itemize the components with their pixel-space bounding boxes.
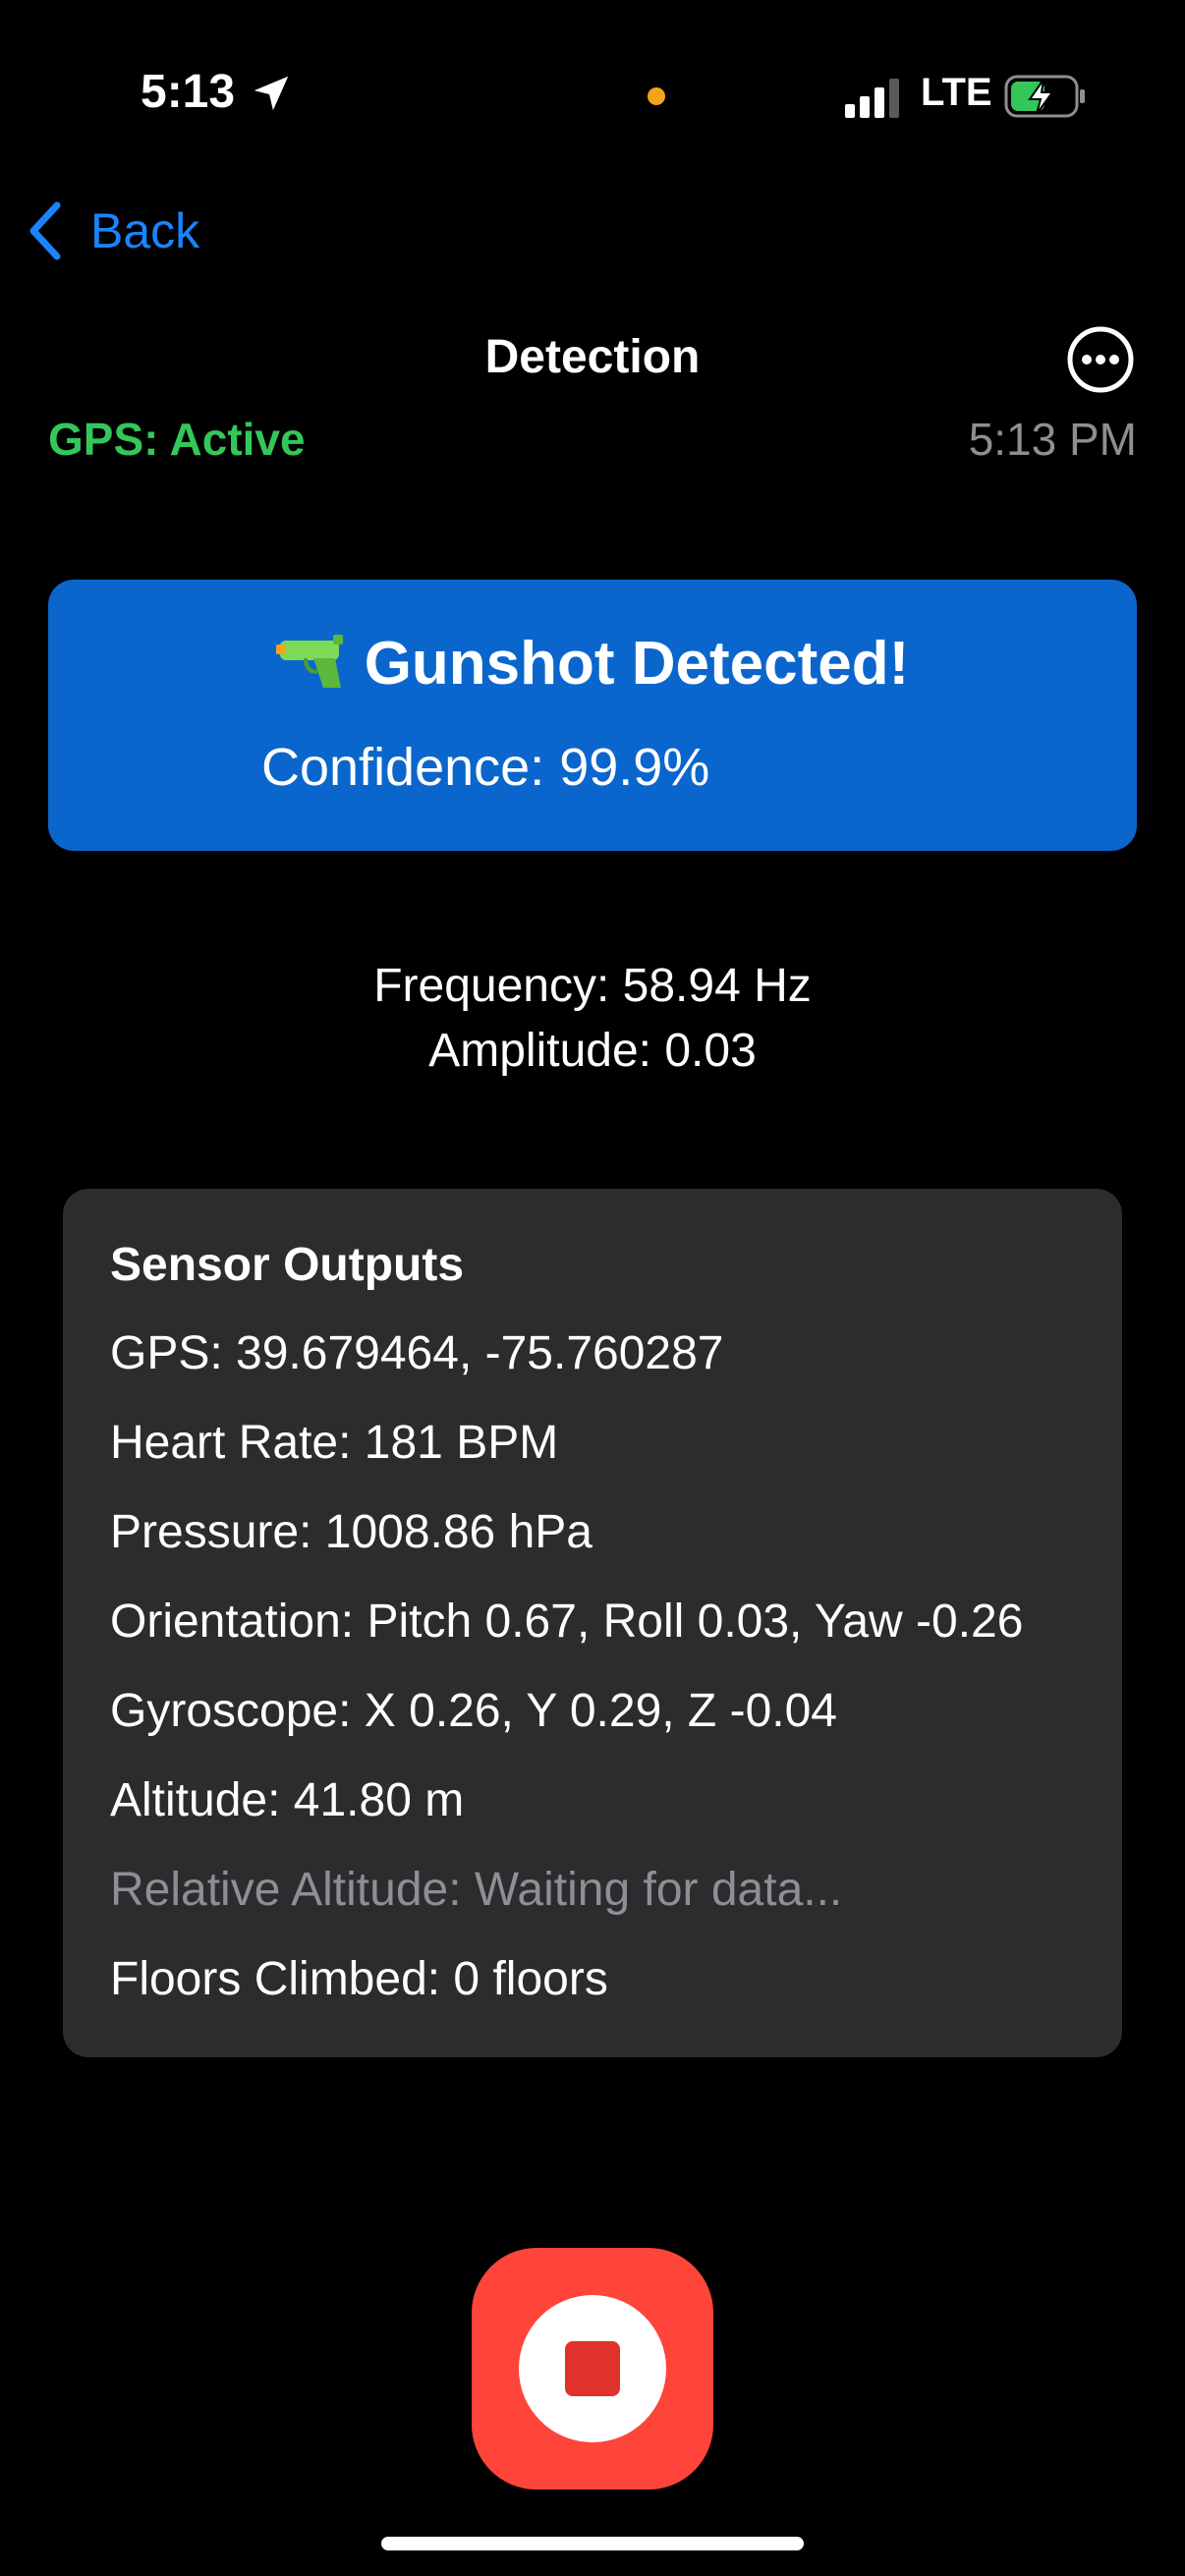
more-ellipsis-icon[interactable]	[1067, 326, 1134, 393]
detection-banner: Gunshot Detected! Confidence: 99.9%	[48, 580, 1137, 851]
sensor-altitude: Altitude: 41.80 m	[110, 1774, 465, 1826]
home-indicator[interactable]	[381, 2537, 804, 2550]
gps-status: GPS: Active	[48, 414, 306, 465]
detection-confidence: Confidence: 99.9%	[261, 738, 710, 797]
sensor-floors-climbed: Floors Climbed: 0 floors	[110, 1953, 608, 2005]
status-time: 5:13	[141, 66, 236, 118]
amplitude-readout: Amplitude: 0.03	[428, 1025, 757, 1077]
sensor-outputs-heading: Sensor Outputs	[110, 1239, 465, 1291]
back-button[interactable]: Back	[26, 196, 199, 265]
detection-title: Gunshot Detected!	[364, 630, 910, 698]
detection-screen: 5:13 LTE Back Detection GPS: Active 5:13…	[0, 0, 1185, 2576]
stop-recording-button[interactable]	[472, 2248, 713, 2490]
stop-icon	[519, 2295, 666, 2442]
detection-title-row: Gunshot Detected!	[48, 629, 1137, 699]
back-label: Back	[90, 203, 200, 258]
sensor-orientation: Orientation: Pitch 0.67, Roll 0.03, Yaw …	[110, 1596, 1024, 1648]
sensor-heart-rate: Heart Rate: 181 BPM	[110, 1417, 559, 1469]
sensor-relative-altitude: Relative Altitude: Waiting for data...	[110, 1864, 843, 1916]
sensor-gps: GPS: 39.679464, -75.760287	[110, 1327, 724, 1379]
sensor-gyroscope: Gyroscope: X 0.26, Y 0.29, Z -0.04	[110, 1685, 837, 1737]
privacy-indicator-dot	[648, 87, 665, 105]
frequency-readout: Frequency: 58.94 Hz	[373, 960, 812, 1012]
sensor-pressure: Pressure: 1008.86 hPa	[110, 1506, 592, 1558]
stop-square	[565, 2341, 620, 2396]
water-pistol-icon	[275, 635, 343, 688]
cellular-signal-icon	[845, 79, 899, 118]
current-time: 5:13 PM	[968, 414, 1137, 465]
chevron-left-icon	[29, 201, 61, 260]
network-type: LTE	[921, 71, 992, 114]
battery-charging-icon	[1004, 75, 1085, 118]
page-title: Detection	[484, 331, 701, 383]
sensor-outputs-card: Sensor Outputs GPS: 39.679464, -75.76028…	[63, 1189, 1122, 2057]
location-arrow-icon	[254, 76, 289, 111]
